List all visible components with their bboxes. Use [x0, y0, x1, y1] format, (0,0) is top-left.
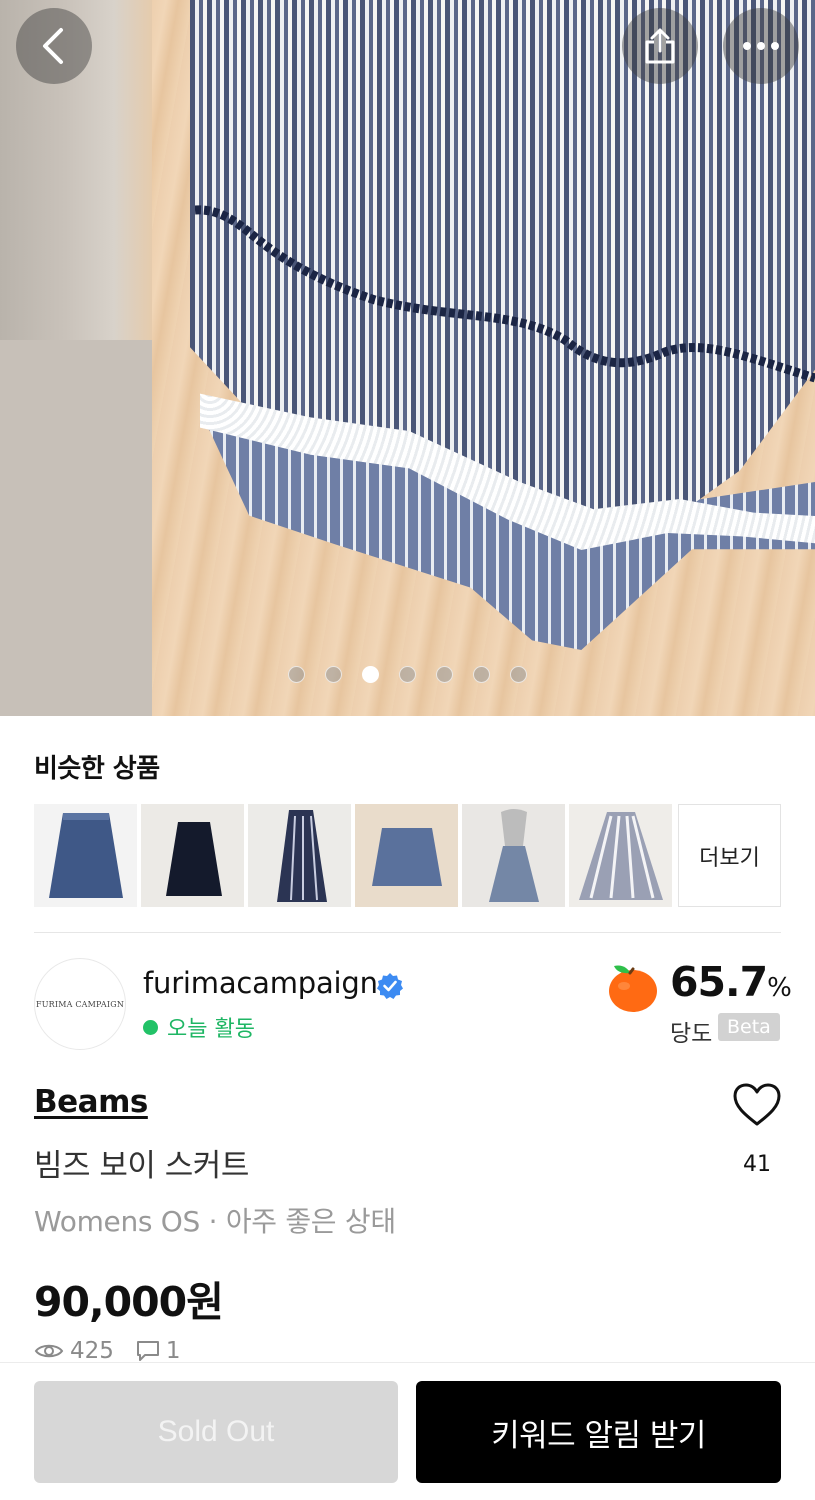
product-title: 빔즈 보이 스커트 [34, 1148, 249, 1184]
carousel-dot[interactable] [473, 666, 490, 683]
keyword-alert-button[interactable]: 키워드 알림 받기 [416, 1381, 781, 1483]
beta-badge: Beta [718, 1013, 780, 1041]
carousel-dot[interactable] [362, 666, 379, 683]
like-count: 41 [743, 1152, 771, 1177]
online-dot-icon [143, 1019, 158, 1035]
comment-count: 1 [165, 1338, 181, 1364]
sold-out-button[interactable]: Sold Out [34, 1381, 398, 1483]
sweetness-unit: % [767, 973, 792, 1003]
photo-floor [0, 340, 160, 716]
carousel-dot[interactable] [325, 666, 342, 683]
share-button[interactable] [622, 8, 698, 84]
seller-sweetness-score[interactable]: 65.7% 당도 Beta [604, 958, 792, 1050]
carousel-indicator [0, 666, 815, 683]
seller-name[interactable]: furimacampaign [143, 966, 378, 1000]
photo-ribbon-trim [195, 205, 815, 383]
more-options-button[interactable] [723, 8, 799, 84]
heart-icon [733, 1083, 781, 1126]
seller-activity-status: 오늘 활동 [143, 1011, 255, 1043]
similar-products-title: 비슷한 상품 [34, 754, 160, 784]
verified-badge-icon [377, 973, 403, 999]
tangerine-icon [609, 965, 657, 1012]
similar-product-3[interactable] [248, 804, 351, 907]
product-image-carousel[interactable] [0, 0, 815, 716]
carousel-dot[interactable] [288, 666, 305, 683]
eye-icon [34, 1344, 64, 1358]
similar-products-more-button[interactable]: 더보기 [678, 804, 781, 907]
carousel-dot[interactable] [399, 666, 416, 683]
sweetness-value: 65.7% [670, 958, 792, 1006]
like-button[interactable] [730, 1082, 784, 1132]
comment-icon [136, 1341, 159, 1361]
back-button[interactable] [16, 8, 92, 84]
activity-label: 오늘 활동 [167, 1017, 255, 1042]
share-icon [645, 28, 675, 64]
similar-products-list: 더보기 [34, 804, 781, 907]
similar-product-5[interactable] [462, 804, 565, 907]
sweetness-label: 당도 [670, 1021, 713, 1047]
seller-avatar[interactable]: FURIMA CAMPAIGN [34, 958, 126, 1050]
product-stats: 425 1 [34, 1338, 181, 1364]
similar-product-6[interactable] [569, 804, 672, 907]
bottom-action-bar: Sold Out 키워드 알림 받기 [0, 1362, 815, 1500]
similar-product-2[interactable] [141, 804, 244, 907]
more-horizontal-icon [743, 42, 779, 50]
brand-link[interactable]: Beams [34, 1084, 148, 1120]
similar-product-4[interactable] [355, 804, 458, 907]
product-size-condition: Womens OS · 아주 좋은 상태 [34, 1205, 396, 1238]
view-count: 425 [70, 1338, 114, 1364]
carousel-dot[interactable] [510, 666, 527, 683]
carousel-dot[interactable] [436, 666, 453, 683]
product-price: 90,000원 [34, 1278, 224, 1326]
similar-product-1[interactable] [34, 804, 137, 907]
section-divider [34, 932, 781, 933]
chevron-left-icon [43, 28, 63, 64]
